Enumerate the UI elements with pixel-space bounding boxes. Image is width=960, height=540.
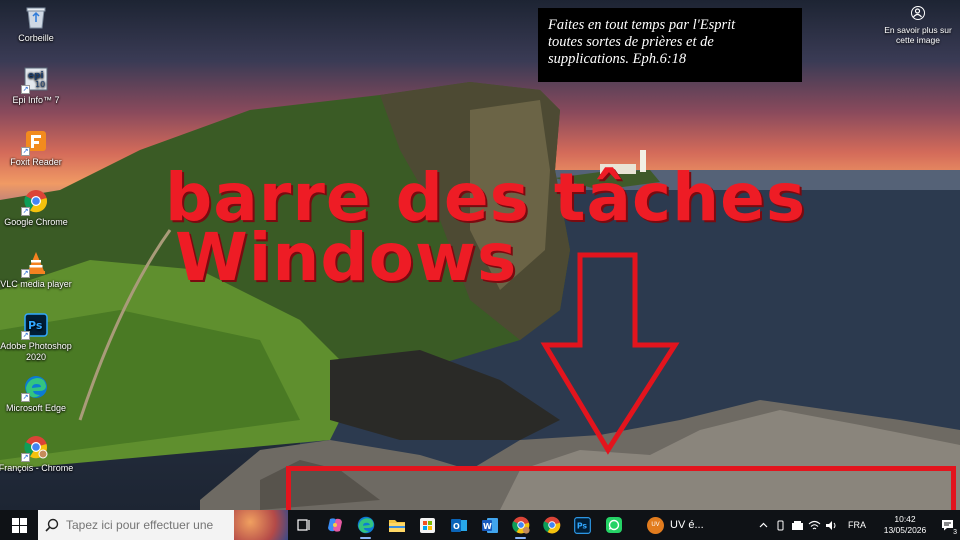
whatsapp-icon [605,517,622,533]
volume-button[interactable] [823,510,840,540]
learn-more-about-image[interactable]: En savoir plus sur cette image [876,6,960,45]
notification-center-button[interactable]: 3 [934,510,960,540]
clock-time: 10:42 [894,514,916,524]
desktop-icon-label: Foxit Reader [10,157,62,167]
desktop-icon-photoshop[interactable]: Ps ↗ Adobe Photoshop 2020 [0,312,74,363]
wifi-icon [808,520,821,529]
desktop-icon-label: Corbeille [18,33,54,43]
taskbar-search-box[interactable] [38,510,288,540]
desktop-icon-label: Adobe Photoshop 2020 [0,341,72,362]
microsoft-store-button[interactable] [412,510,443,540]
network-button[interactable] [806,510,823,540]
desktop-icon-label: François - Chrome [0,463,74,473]
chrome-button[interactable] [536,510,567,540]
uv-app-icon: UV [647,516,664,534]
desktop-icon-vlc[interactable]: ↗ VLC media player [0,250,74,290]
desktop-icon-francois-chrome[interactable]: ↗ François - Chrome [0,434,74,474]
chevron-up-icon [759,522,768,528]
copilot-icon [327,518,342,532]
desktop-icon-label: Google Chrome [4,217,68,227]
clock[interactable]: 10:42 13/05/2026 [876,514,934,536]
system-tray: FRA 10:42 13/05/2026 3 [755,510,960,540]
chrome-profile-button[interactable] [505,510,536,540]
notification-icon [941,520,953,531]
headline-line-2: Windows [175,219,518,296]
word-icon: W [481,517,498,533]
outlook-icon: O [450,518,467,532]
svg-text:Ps: Ps [577,521,588,530]
chrome-icon: ↗ [21,188,49,216]
speaker-icon [826,520,836,530]
photoshop-icon: Ps ↗ [21,312,49,340]
photoshop-button[interactable]: Ps [567,510,598,540]
camera-icon [911,6,925,20]
bible-verse-widget: Faites en tout temps par l'Esprit toutes… [538,8,802,82]
recycle-bin-icon [23,4,49,30]
meet-now-button[interactable] [772,510,789,540]
epi-info-icon: epi 10 ↗ [21,66,49,94]
taskbar: O W Ps UV UV é... FRA 10: [0,510,960,540]
taskbar-edge-button[interactable] [350,510,381,540]
device-button[interactable] [789,510,806,540]
chrome-profile-icon: ↗ [21,434,49,462]
copilot-button[interactable] [319,510,350,540]
file-explorer-button[interactable] [381,510,412,540]
microsoft-store-icon [420,517,435,533]
photoshop-icon: Ps [574,516,591,534]
show-hidden-icons-button[interactable] [755,510,772,540]
desktop-icon-label: Microsoft Edge [5,403,67,413]
edge-icon [357,516,374,534]
clock-date: 13/05/2026 [883,525,927,535]
search-highlight-image [234,510,288,540]
edge-icon: ↗ [21,374,49,402]
desktop-icon-google-chrome[interactable]: ↗ Google Chrome [0,188,74,228]
open-app-uv[interactable]: UV UV é... [643,510,708,540]
search-input[interactable] [66,518,226,532]
notification-count: 3 [953,529,957,536]
task-view-button[interactable] [288,510,319,540]
desktop-icon-foxit-reader[interactable]: ↗ Foxit Reader [0,128,74,168]
whatsapp-button[interactable] [598,510,629,540]
word-button[interactable]: W [474,510,505,540]
desktop-icon-epi-info[interactable]: epi 10 ↗ Epi Info™ 7 [0,66,74,106]
down-arrow-annotation [540,250,680,465]
desktop-icon-label: Epi Info™ 7 [12,95,60,105]
outlook-button[interactable]: O [443,510,474,540]
svg-text:W: W [483,522,492,531]
chrome-icon [542,516,560,534]
start-button[interactable] [0,510,38,540]
vlc-icon: ↗ [21,250,49,278]
svg-text:Ps: Ps [28,319,43,332]
foxit-reader-icon: ↗ [21,128,49,156]
language-indicator[interactable]: FRA [848,520,866,530]
headline-overlay: barre des tâches Windows [165,165,806,296]
desktop-icon-label: VLC media player [0,279,72,289]
desktop-icon-recycle-bin[interactable]: Corbeille [0,4,74,44]
file-explorer-icon [388,520,405,532]
open-app-label: UV é... [670,519,704,531]
svg-text:O: O [453,522,460,531]
desktop-icon-microsoft-edge[interactable]: ↗ Microsoft Edge [0,374,74,414]
learn-more-label: En savoir plus sur cette image [884,25,952,45]
device-icon [792,520,803,530]
windows-logo-icon [11,517,27,533]
search-icon [38,518,66,532]
phone-icon [777,520,784,530]
chrome-profile-icon [511,516,530,534]
svg-text:10: 10 [35,80,45,89]
task-view-icon [296,519,310,531]
